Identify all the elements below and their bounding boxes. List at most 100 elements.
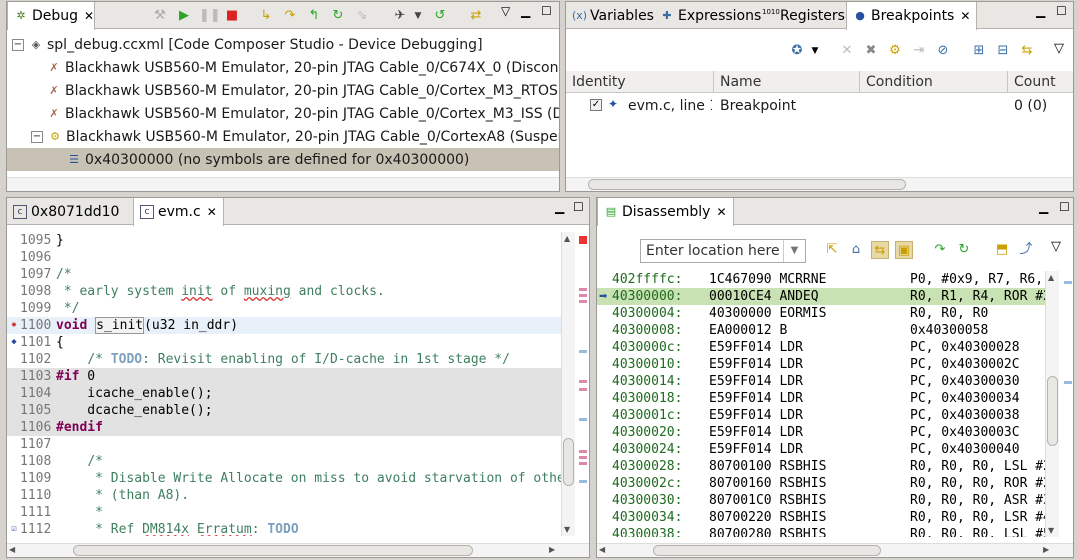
link-with-active-icon[interactable]: ⇆ [871,241,889,259]
close-icon[interactable]: ✕ [84,9,94,23]
tree-row-cortexa8[interactable]: − ⚙ Blackhawk USB560-M Emulator, 20-pin … [7,125,559,148]
remove-terminated-icon[interactable]: ⚒ [151,7,169,25]
horizontal-scrollbar[interactable] [566,177,1073,191]
location-input[interactable]: Enter location here ▼ [640,239,806,263]
scroll-left-icon[interactable]: ◀ [599,545,605,554]
view-menu-icon[interactable]: ▽ [501,4,510,18]
tree-row-c674x[interactable]: ✗ Blackhawk USB560-M Emulator, 20-pin JT… [7,56,559,79]
maximize-icon[interactable]: ☐ [1059,200,1070,214]
step-return-icon[interactable]: ↰ [305,7,323,25]
link-with-debug-icon[interactable]: ⇆ [1018,42,1036,60]
enable-checkbox[interactable]: ✓ [590,99,602,111]
scroll-down-icon[interactable]: ▼ [1048,526,1054,535]
assembly-step-over-icon[interactable]: ↻ [329,7,347,25]
code-editor[interactable]: 1095} 1096 1097/* 1098 * early system init … [7,232,561,536]
disassembly-row[interactable]: 40300024: E59FF014 LDR PC, 0x40300040 [597,441,1047,458]
chevron-down-icon[interactable]: ▼ [409,7,427,25]
skip-all-icon[interactable]: ⊘ [934,42,952,60]
terminate-icon[interactable]: ■ [223,7,241,25]
vertical-scrollbar[interactable]: ▲ ▼ [561,232,575,536]
disassembly-row[interactable]: 40300020: E59FF014 LDR PC, 0x4030003C [597,424,1047,441]
collapse-all-icon[interactable]: ⊟ [994,42,1012,60]
scroll-right-icon[interactable]: ▶ [1043,545,1049,554]
step-into-icon[interactable]: ↳ [257,7,275,25]
tab-variables[interactable]: (x) Variables [566,2,660,29]
tab-debug[interactable]: ✲ Debug ✕ [7,2,95,30]
tab-expressions[interactable]: ✚ Expressions [654,2,767,29]
chevron-down-icon[interactable]: ▼ [806,42,824,60]
task-marker-icon[interactable]: ☑ [9,524,19,534]
scroll-up-icon[interactable]: ▲ [564,234,570,243]
restart-icon[interactable]: ⇄ [467,7,485,25]
disassembly-row[interactable]: 40300010: E59FF014 LDR PC, 0x4030002C [597,356,1047,373]
code-line[interactable]: 1111 * [7,504,561,521]
assembly-step-into-icon[interactable]: ⇘ [353,7,371,25]
chevron-down-icon[interactable]: ▼ [783,240,805,262]
code-line[interactable]: 1107 [7,436,561,453]
goto-pc-icon[interactable]: ⇱ [823,241,841,259]
disassembly-overview-ruler[interactable] [1061,271,1073,537]
disassembly-row[interactable]: 40300028: 80700100 RSBHIS R0, R0, R0, LSL … [597,458,1047,475]
breakpoint-marker-icon[interactable]: ✸ [9,320,19,330]
collapse-icon[interactable]: − [31,130,43,143]
code-line[interactable]: 1103 #if 0 [7,368,561,385]
resume-icon[interactable]: ▶ [175,7,193,25]
scrollbar-thumb[interactable] [588,179,906,190]
disassembly-row[interactable]: 40300034: 80700220 RSBHIS R0, R0, R0, LSR … [597,509,1047,526]
minimize-icon[interactable]: ▁ [1039,200,1048,214]
new-breakpoint-icon[interactable]: ✪ [788,42,806,60]
disassembly-row[interactable]: 40300014: E59FF014 LDR PC, 0x40300030 [597,373,1047,390]
code-line[interactable]: 1105 dcache_enable(); [7,402,561,419]
scroll-right-icon[interactable]: ▶ [549,545,555,554]
disassembly-listing[interactable]: 402ffffc: 1C467090 MCRRNE P0, #0x9, R7, R6… [597,271,1047,537]
overview-ruler[interactable] [576,232,589,536]
code-line[interactable]: 1106 #endif [7,419,561,436]
view-menu-icon[interactable]: ▽ [1047,238,1065,256]
horizontal-scrollbar[interactable]: ◀ ▶ [7,543,589,557]
tree-row-stack-frame[interactable]: ☰ 0x40300000 (no symbols are defined for… [7,148,559,171]
code-line[interactable]: 1104 icache_enable(); [7,385,561,402]
tab-disassembly-address[interactable]: c 0x8071dd10 [7,198,125,225]
show-source-icon[interactable]: ▣ [895,241,913,259]
tab-breakpoints[interactable]: ● Breakpoints ✕ [846,2,978,30]
minimize-icon[interactable]: ▁ [1036,4,1045,18]
code-line[interactable]: 1112 * Ref DM814x Erratum: TODO ☑ [7,521,561,536]
tab-evm-c[interactable]: c evm.c ✕ [133,198,224,226]
refresh-icon[interactable]: ⬒ [993,241,1011,259]
scrollbar-thumb[interactable] [653,545,881,556]
disassembly-row[interactable]: 40300004: 40300000 EORMIS R0, R0, R0 [597,305,1047,322]
tree-row-m3-iss[interactable]: ✗ Blackhawk USB560-M Emulator, 20-pin JT… [7,102,559,125]
disassembly-row[interactable]: 40300008: EA000012 B 0x40300058 [597,322,1047,339]
code-line[interactable]: 1109 * Disable Write Allocate on miss to… [7,470,561,487]
horizontal-scrollbar[interactable] [7,177,559,191]
code-line[interactable]: 1101 {◆ [7,334,561,351]
column-identity[interactable]: Identity [566,71,714,93]
scrollbar-thumb[interactable] [73,545,473,556]
scrollbar-thumb[interactable] [1047,376,1058,446]
tree-row-ccxml[interactable]: − ◈ spl_debug.ccxml [Code Composer Studi… [7,33,559,56]
collapse-icon[interactable]: − [12,38,24,51]
remove-icon[interactable]: ✕ [838,42,856,60]
step-over-icon[interactable]: ↷ [931,241,949,259]
step-over-icon[interactable]: ↷ [281,7,299,25]
column-count[interactable]: Count [1008,71,1073,93]
maximize-icon[interactable]: ☐ [573,200,584,214]
scrollbar-thumb[interactable] [563,438,574,486]
bookmark-marker-icon[interactable]: ◆ [9,337,19,347]
connect-target-icon[interactable]: ✈ [391,7,409,25]
code-line[interactable]: 1108 /* [7,453,561,470]
code-line[interactable]: 1100 void s_init(u32 in_ddr) ✸ [7,317,561,334]
suspend-icon[interactable]: ❚❚ [199,7,221,25]
minimize-icon[interactable]: ▁ [555,200,564,214]
minimize-icon[interactable]: ▁ [521,4,530,18]
disassembly-row[interactable]: 40300000: 00010CE4 ANDEQ R0, R1, R4, ROR #… [597,288,1047,305]
tab-registers[interactable]: 1010 Registers [756,2,851,29]
disassembly-row[interactable]: 4030001c: E59FF014 LDR PC, 0x40300038 [597,407,1047,424]
disassembly-row[interactable]: 4030000c: E59FF014 LDR PC, 0x40300028 [597,339,1047,356]
tab-disassembly[interactable]: ▤ Disassembly ✕ [597,198,734,226]
code-line[interactable]: 1096 [7,249,561,266]
close-icon[interactable]: ✕ [207,205,217,219]
close-icon[interactable]: ✕ [716,205,726,219]
table-row[interactable]: ✓ ✦ evm.c, line 1100 Breakpoint 0 (0) [566,94,1073,116]
close-icon[interactable]: ✕ [960,9,970,23]
